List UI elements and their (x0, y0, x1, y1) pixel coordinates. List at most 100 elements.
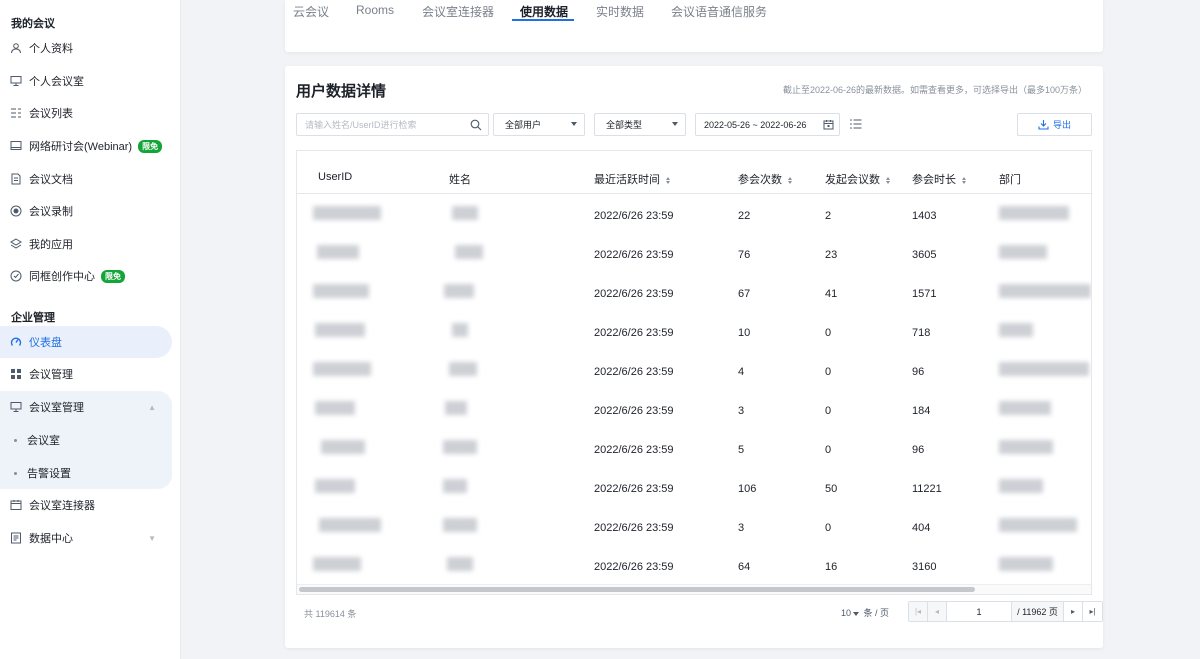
caret-down-icon (853, 611, 860, 616)
sidebar-item-personal-room[interactable]: 个人会议室 (0, 65, 172, 97)
column-header-initiated[interactable]: 发起会议数 (825, 171, 890, 187)
connector-icon (10, 499, 22, 511)
table-row: 2022/6/26 23:59 67 41 1571 (297, 272, 1091, 311)
total-pages: / 11962 页 (1012, 602, 1064, 621)
sidebar-item-room-management[interactable]: 会议室管理 ▲ (0, 391, 172, 423)
page-size-select[interactable]: 10 条 / 页 (841, 606, 889, 619)
table-row: 2022/6/26 23:59 64 16 3160 (297, 545, 1091, 584)
cell-duration: 3605 (912, 249, 937, 261)
column-header-label: 参会时长 (912, 174, 956, 186)
redacted-userid (321, 440, 365, 454)
column-header-duration[interactable]: 参会时长 (912, 171, 966, 187)
column-header-label: 发起会议数 (825, 174, 880, 186)
user-icon (10, 42, 22, 54)
column-header-attend-count[interactable]: 参会次数 (738, 171, 792, 187)
page-number-input[interactable] (947, 602, 1012, 621)
date-range-picker[interactable]: 2022-05-26 ~ 2022-06-26 (695, 113, 840, 136)
user-data-table: UserID 姓名 最近活跃时间 参会次数 发起会议数 参会时长 部门 2022… (296, 150, 1092, 595)
cell-initiated: 0 (825, 405, 832, 417)
tab-cloud-meeting[interactable]: 云会议 (293, 3, 329, 20)
sidebar-item-webinar[interactable]: 网络研讨会(Webinar) 限免 (0, 130, 172, 162)
redacted-name (452, 206, 478, 220)
date-range-value: 2022-05-26 ~ 2022-06-26 (704, 119, 807, 130)
prev-page-icon[interactable]: ◂ (928, 602, 947, 621)
cell-time: 2022/6/26 23:59 (594, 366, 674, 378)
sidebar-item-profile[interactable]: 个人资料 (0, 32, 172, 64)
search-input[interactable] (305, 119, 465, 130)
page-title: 用户数据详情 (296, 83, 387, 100)
redacted-department (999, 479, 1043, 493)
horizontal-scrollbar[interactable] (297, 584, 1091, 594)
dot-icon (14, 438, 17, 442)
tab-usage-data[interactable]: 使用数据 (520, 3, 568, 20)
free-badge: 限免 (138, 139, 163, 153)
sidebar-item-room-connector[interactable]: 会议室连接器 (0, 489, 172, 521)
redacted-department (999, 323, 1033, 337)
last-page-icon[interactable]: ▸| (1083, 602, 1102, 621)
sidebar-item-creation-center[interactable]: 同框创作中心 限免 (0, 260, 172, 292)
sidebar-item-dashboard[interactable]: 仪表盘 (0, 326, 172, 358)
tab-realtime-data[interactable]: 实时数据 (596, 3, 644, 20)
tab-room-connector[interactable]: 会议室连接器 (422, 3, 494, 20)
redacted-department (999, 440, 1053, 454)
cell-duration: 11221 (912, 483, 942, 495)
sidebar-item-label: 同框创作中心 (29, 271, 95, 283)
cell-initiated: 0 (825, 444, 832, 456)
table-row: 2022/6/26 23:59 5 0 96 (297, 428, 1091, 467)
sidebar-item-label: 我的应用 (29, 239, 73, 251)
redacted-name (443, 479, 467, 493)
sidebar-item-alert-settings[interactable]: 告警设置 (0, 457, 172, 489)
user-data-card: 用户数据详情 截止至2022-06-26的最新数据。如需查看更多，可选择导出（最… (285, 66, 1103, 648)
sidebar-item-meeting-list[interactable]: 会议列表 (0, 97, 172, 129)
cell-count: 5 (738, 444, 745, 456)
redacted-userid (313, 206, 381, 220)
section-title-my-meetings: 我的会议 (11, 18, 55, 30)
column-header-label: 参会次数 (738, 174, 782, 186)
user-filter-select[interactable]: 全部用户 (493, 113, 585, 136)
tab-voice-service[interactable]: 会议语音通信服务 (671, 3, 767, 20)
sidebar-item-label: 会议文档 (29, 174, 73, 186)
column-header-name: 姓名 (449, 174, 471, 186)
cell-count: 3 (738, 405, 745, 417)
table-row: 2022/6/26 23:59 22 2 1403 (297, 194, 1091, 233)
cell-duration: 3160 (912, 561, 937, 573)
sidebar-item-recordings[interactable]: 会议录制 (0, 195, 172, 227)
sidebar-item-data-center[interactable]: 数据中心 ▼ (0, 522, 172, 554)
table-row: 2022/6/26 23:59 3 0 404 (297, 506, 1091, 545)
cell-count: 64 (738, 561, 751, 573)
scrollbar-thumb[interactable] (299, 587, 975, 592)
column-header-last-active[interactable]: 最近活跃时间 (594, 171, 670, 187)
sort-icon (962, 176, 966, 184)
sidebar-item-documents[interactable]: 会议文档 (0, 163, 172, 195)
search-icon[interactable] (470, 119, 482, 134)
sidebar-item-rooms[interactable]: 会议室 (0, 424, 172, 456)
cell-duration: 184 (912, 405, 931, 417)
export-button[interactable]: 导出 (1017, 113, 1092, 136)
cell-initiated: 0 (825, 327, 832, 339)
redacted-department (999, 362, 1089, 376)
redacted-department (999, 401, 1051, 415)
sidebar-item-meeting-management[interactable]: 会议管理 (0, 358, 172, 390)
tab-rooms[interactable]: Rooms (356, 3, 394, 17)
meeting-room-icon (10, 401, 22, 413)
page-size-value: 10 (841, 608, 852, 618)
redacted-userid (319, 518, 381, 532)
data-icon (10, 532, 22, 544)
first-page-icon[interactable]: |◂ (909, 602, 928, 621)
column-header-department: 部门 (999, 174, 1021, 186)
user-filter-value: 全部用户 (505, 120, 542, 130)
column-settings-icon[interactable] (850, 118, 862, 133)
cell-time: 2022/6/26 23:59 (594, 405, 674, 417)
redacted-userid (313, 557, 361, 571)
redacted-name (443, 440, 477, 454)
redacted-name (455, 245, 483, 259)
next-page-icon[interactable]: ▸ (1064, 602, 1083, 621)
redacted-userid (313, 362, 371, 376)
redacted-userid (315, 401, 355, 415)
sidebar-item-my-apps[interactable]: 我的应用 (0, 228, 172, 260)
cell-time: 2022/6/26 23:59 (594, 444, 674, 456)
table-row: 2022/6/26 23:59 3 0 184 (297, 389, 1091, 428)
sidebar-item-label: 个人会议室 (29, 76, 84, 88)
type-filter-select[interactable]: 全部类型 (594, 113, 686, 136)
frame-icon (10, 270, 22, 282)
